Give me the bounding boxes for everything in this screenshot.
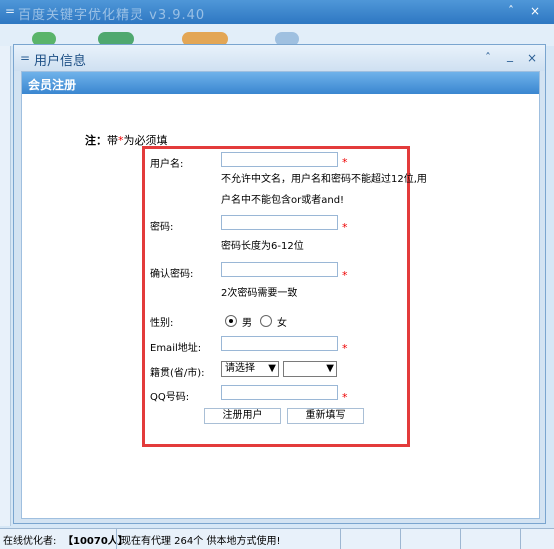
qq-label: QQ号码:	[150, 392, 190, 403]
chevron-down-icon: ▼	[268, 363, 276, 374]
close-icon[interactable]: ×	[530, 4, 540, 18]
dialog-title: 用户信息	[34, 54, 87, 69]
status-separator	[340, 529, 341, 549]
status-separator	[116, 529, 117, 549]
dialog-menu-icon[interactable]: =	[20, 51, 30, 65]
password-required-star: *	[342, 221, 348, 234]
gender-male-radio[interactable]	[225, 315, 237, 327]
confirm-password-required-star: *	[342, 269, 348, 282]
gender-label: 性别:	[150, 318, 174, 329]
minimize-icon[interactable]: ˆ	[508, 4, 514, 18]
note-prefix: 注：	[85, 134, 107, 147]
dialog-close-icon[interactable]: ×	[527, 51, 537, 65]
status-separator	[400, 529, 401, 549]
region-label: 籍贯(省/市):	[150, 368, 205, 379]
background-title-bar: = 百度关键字优化精灵 v3.9.40 ˆ ×	[0, 0, 554, 24]
qq-input[interactable]	[221, 385, 338, 400]
status-separator	[520, 529, 521, 549]
confirm-password-input[interactable]	[221, 262, 338, 277]
confirm-password-hint: 2次密码需要一致	[221, 288, 298, 299]
email-label: Email地址:	[150, 343, 202, 354]
username-label: 用户名:	[150, 159, 184, 170]
gender-male-label: 男	[242, 318, 252, 329]
gender-female-radio[interactable]	[260, 315, 272, 327]
password-label: 密码:	[150, 222, 174, 233]
username-input[interactable]	[221, 152, 338, 167]
status-separator	[460, 529, 461, 549]
panel-header-title: 会员注册	[28, 78, 77, 92]
city-select[interactable]: ▼	[283, 361, 337, 377]
background-toolbar	[0, 24, 554, 46]
dialog-minimize-icon[interactable]: ˆ	[485, 51, 491, 65]
gender-female-label: 女	[277, 318, 287, 329]
dialog-restore-icon[interactable]: _	[507, 48, 513, 62]
qq-required-star: *	[342, 391, 348, 404]
password-hint: 密码长度为6-12位	[221, 241, 304, 252]
background-window-title: 百度关键字优化精灵 v3.9.40	[18, 8, 206, 23]
reset-button[interactable]: 重新填写	[287, 408, 364, 424]
panel-header: 会员注册	[22, 72, 539, 94]
email-input[interactable]	[221, 336, 338, 351]
username-hint-line-1: 不允许中文名，用户名和密码不能超过12位,用	[221, 174, 427, 185]
province-select[interactable]: 请选择 ▼	[221, 361, 279, 377]
confirm-password-label: 确认密码:	[150, 269, 194, 280]
note-text-1: 带	[107, 134, 118, 147]
chevron-down-icon: ▼	[326, 363, 334, 374]
background-sidebar	[0, 46, 11, 526]
register-button[interactable]: 注册用户	[204, 408, 281, 424]
dialog-title-bar: = 用户信息 ˆ _ ×	[14, 45, 545, 71]
status-bar: 在线优化者: 【10070人】 现在有代理 264个 供本地方式使用!	[0, 528, 554, 549]
user-info-dialog: = 用户信息 ˆ _ × 会员注册 注：带*为必须填 用户名: * 不允许中文名…	[13, 44, 546, 524]
registration-panel: 会员注册 注：带*为必须填 用户名: * 不允许中文名，用户名和密码不能超过12…	[21, 71, 540, 519]
email-required-star: *	[342, 342, 348, 355]
online-users-label: 在线优化者:	[3, 536, 57, 547]
proxy-status-text: 现在有代理 264个 供本地方式使用!	[121, 536, 281, 547]
username-required-star: *	[342, 156, 348, 169]
province-selected-value: 请选择	[225, 363, 255, 374]
menu-icon[interactable]: =	[5, 4, 15, 18]
username-hint-line-2: 户名中不能包含or或者and!	[221, 195, 345, 206]
password-input[interactable]	[221, 215, 338, 230]
online-users-count: 【10070人】	[63, 536, 128, 547]
